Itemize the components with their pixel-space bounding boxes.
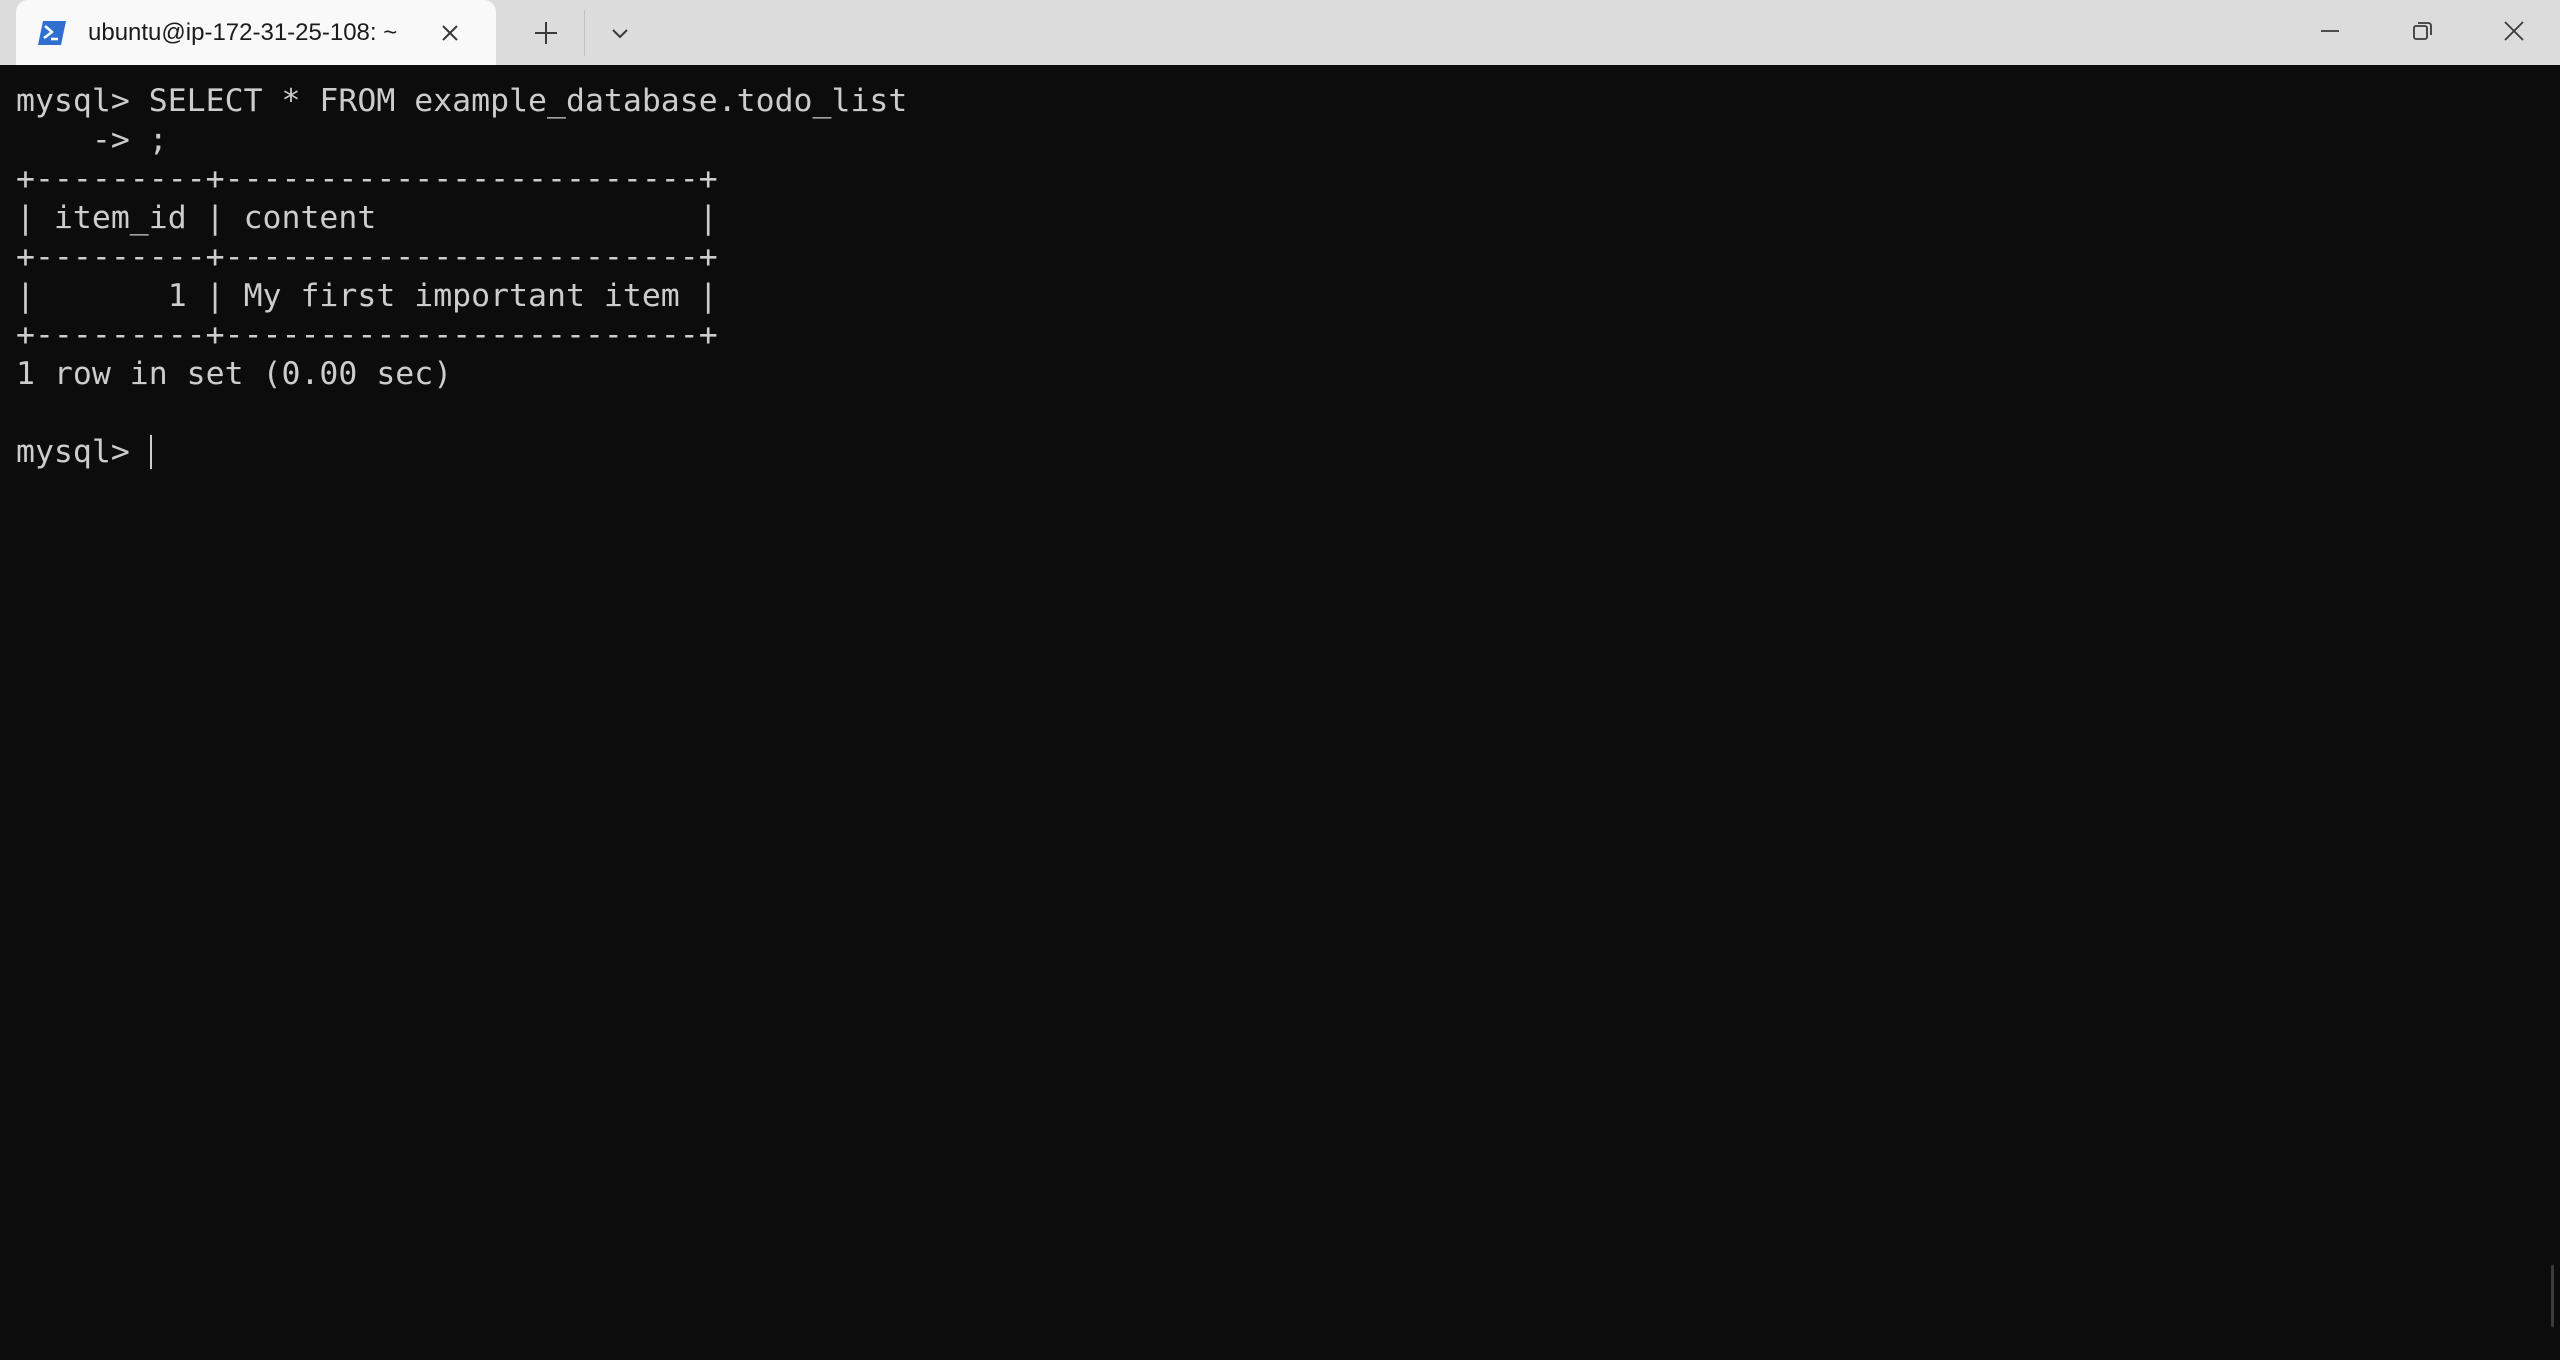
chevron-down-icon[interactable] [603,15,637,51]
table-row: | 1 | My first important item | [16,278,718,314]
title-bar: ubuntu@ip-172-31-25-108: ~ [0,0,2560,65]
table-border-header: +---------+-------------------------+ [16,239,718,275]
terminal-tab[interactable]: ubuntu@ip-172-31-25-108: ~ [16,0,496,65]
close-icon [2504,21,2524,41]
terminal-line-query: mysql> SELECT * FROM example_database.to… [16,83,908,119]
terminal-output[interactable]: mysql> SELECT * FROM example_database.to… [16,82,2536,1342]
restore-button[interactable] [2376,0,2468,62]
terminal-line-continuation: -> ; [16,122,168,158]
tab-close-icon[interactable] [434,17,466,49]
table-border-bottom: +---------+-------------------------+ [16,317,718,353]
scrollbar[interactable] [2551,1265,2554,1327]
close-window-button[interactable] [2468,0,2560,62]
mysql-prompt: mysql> [16,434,149,470]
minimize-button[interactable] [2284,0,2376,62]
table-header-row: | item_id | content | [16,200,718,236]
text-cursor [149,435,152,469]
table-border-top: +---------+-------------------------+ [16,161,718,197]
prompt-line[interactable]: mysql> [16,433,2536,472]
tab-title: ubuntu@ip-172-31-25-108: ~ [88,19,398,46]
terminal-window: ubuntu@ip-172-31-25-108: ~ mysql> SELECT… [0,0,2560,1360]
plus-icon[interactable] [528,15,564,51]
powershell-icon [38,21,66,45]
tab-separator [584,10,585,56]
restore-icon [2413,22,2432,40]
minimize-icon [2321,30,2339,32]
result-summary: 1 row in set (0.00 sec) [16,356,453,392]
